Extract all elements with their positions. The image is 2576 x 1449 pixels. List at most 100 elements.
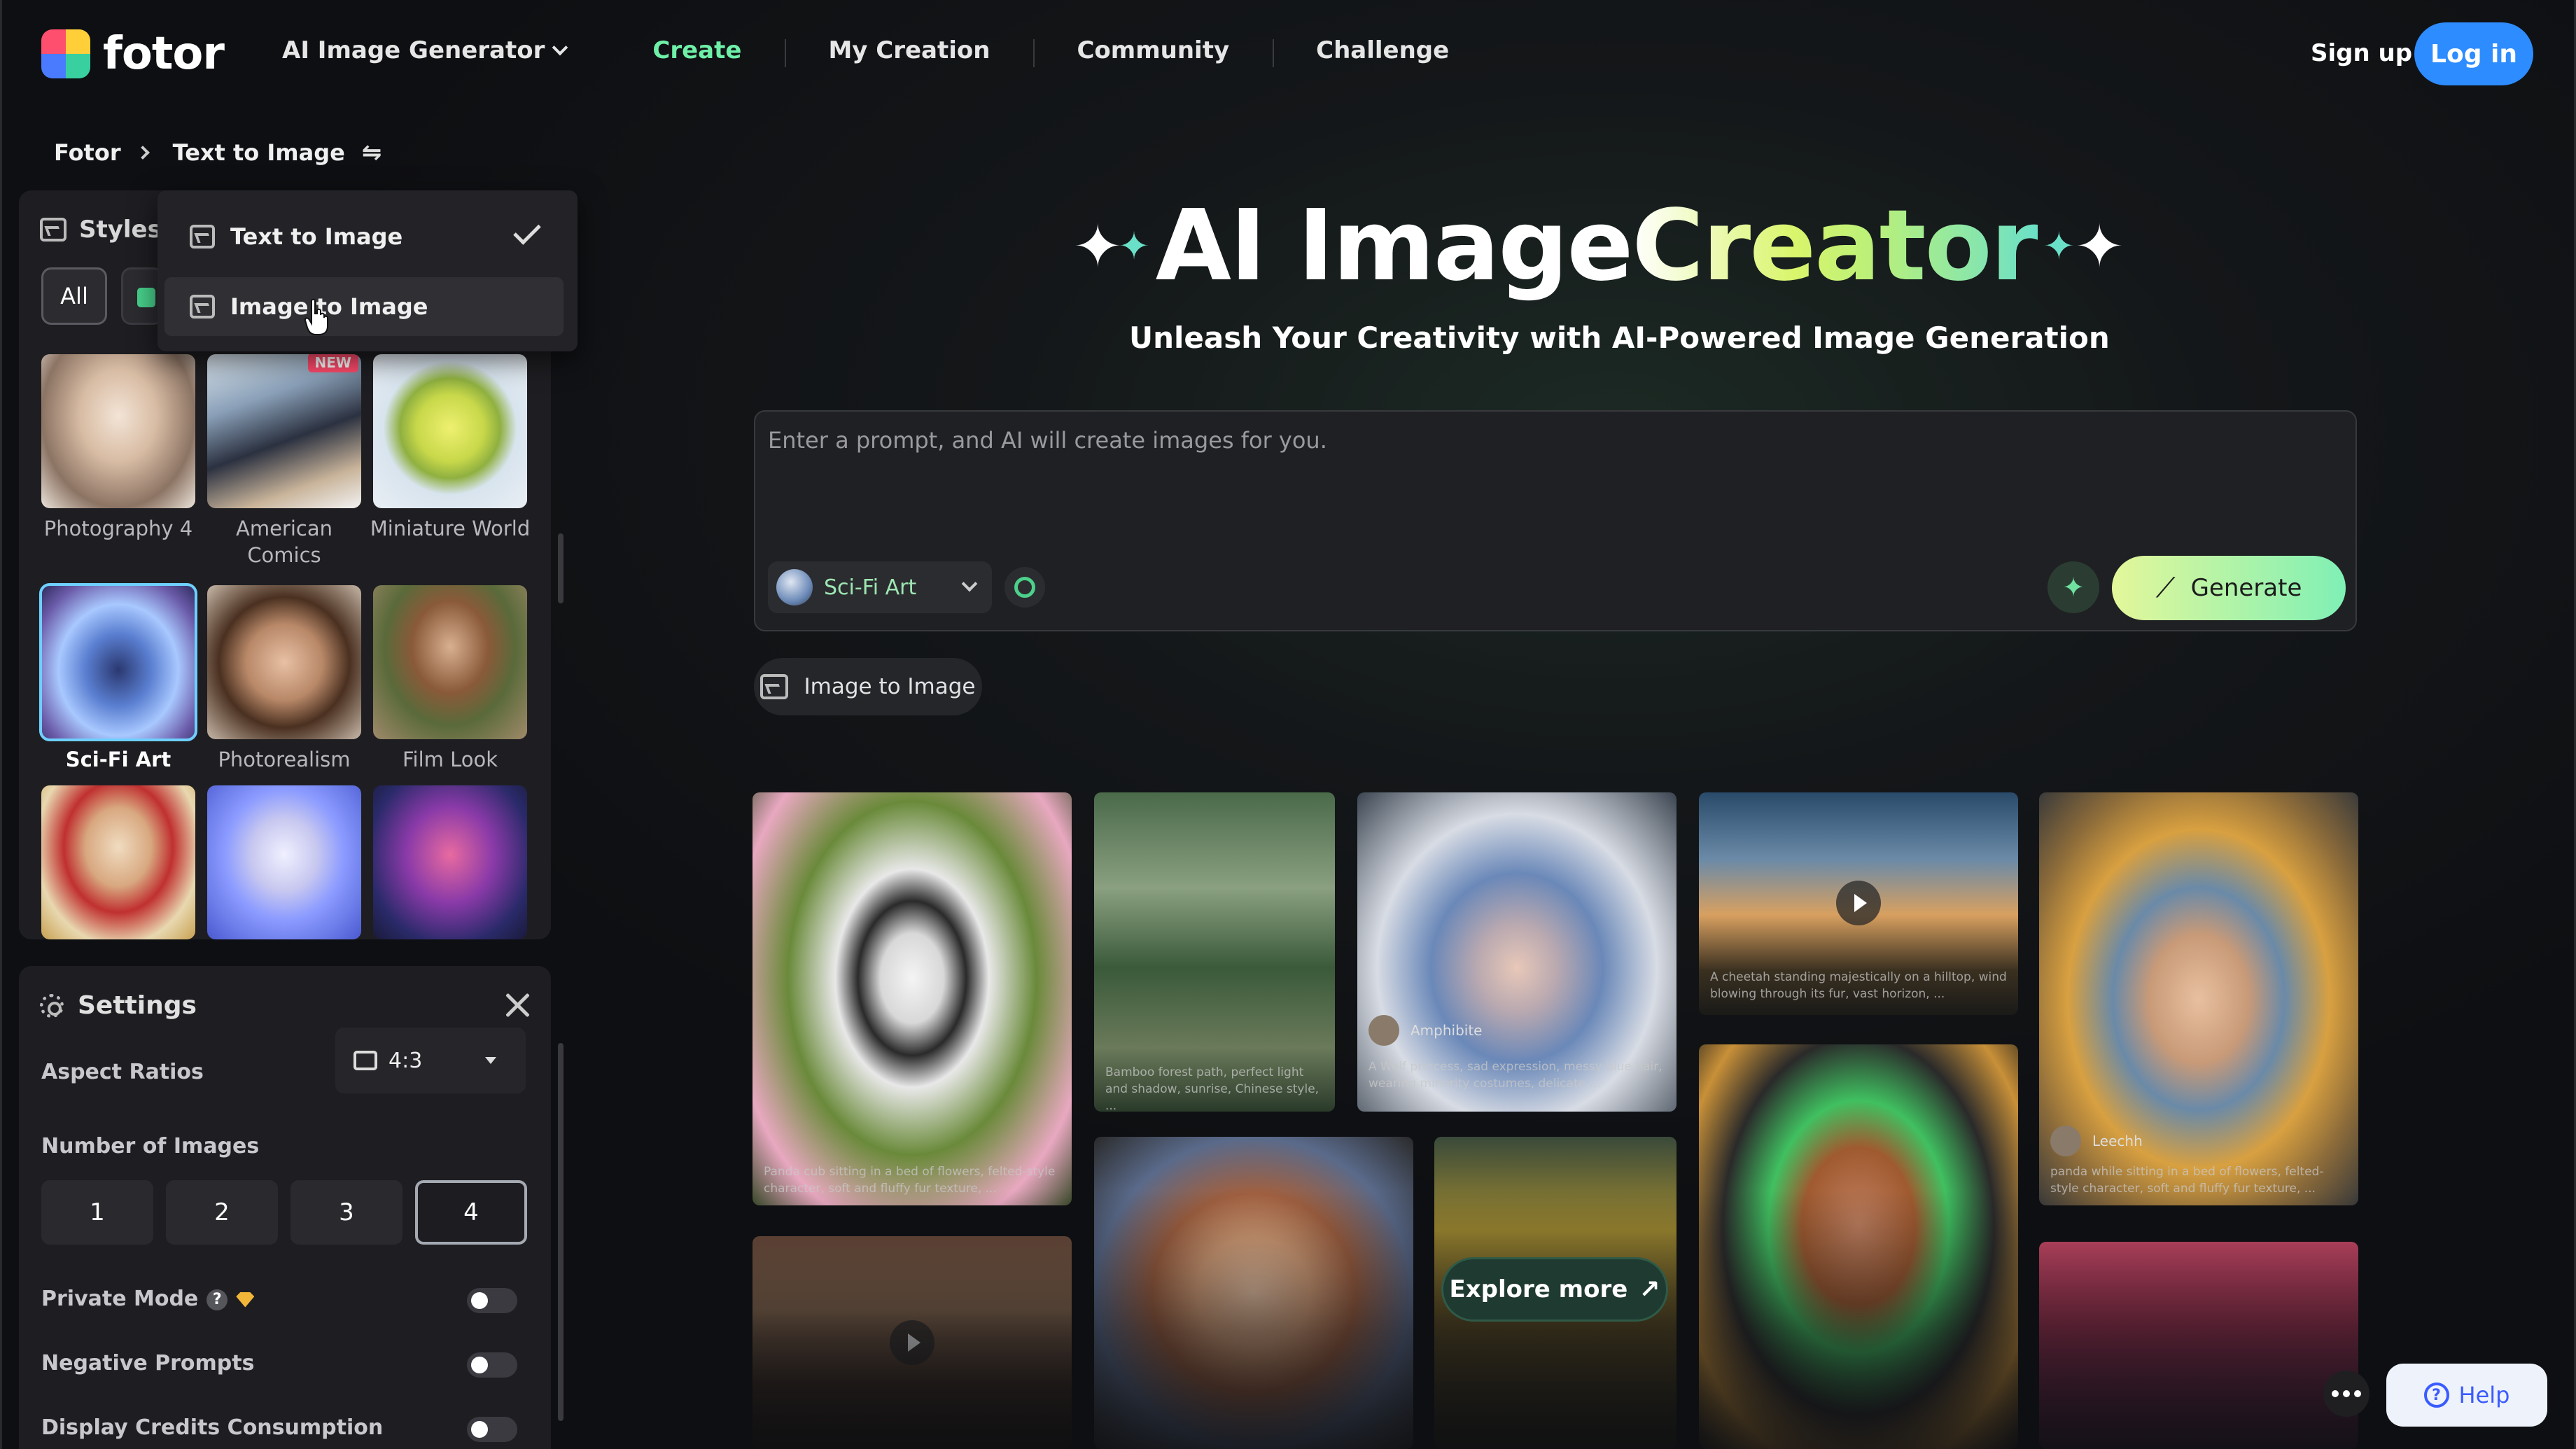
sparkle-icon: ✦ — [2075, 211, 2124, 281]
play-icon[interactable] — [1836, 881, 1881, 925]
negative-prompts-label: Negative Prompts — [41, 1351, 255, 1376]
text-image-icon — [190, 225, 215, 248]
page-subtitle: Unleash Your Creativity with AI-Powered … — [1129, 321, 2110, 355]
help-icon: ? — [2423, 1382, 2449, 1408]
styles-scrollbar[interactable] — [558, 533, 564, 603]
toggle-knob — [471, 1421, 488, 1438]
nav-my-creation[interactable]: My Creation — [785, 36, 1033, 67]
breadcrumb-root[interactable]: Fotor — [54, 139, 121, 166]
style-tile-vintage[interactable] — [41, 785, 195, 939]
arrow-up-right-icon: ↗ — [1639, 1275, 1660, 1304]
chevron-right-icon — [135, 146, 150, 160]
new-badge: NEW — [307, 354, 358, 372]
more-options-button[interactable] — [2323, 1371, 2370, 1417]
page-title: ✦ ✦ AI Image Creator ✦ ✦ — [1066, 189, 2129, 303]
negative-prompts-toggle[interactable] — [467, 1352, 517, 1378]
logo-text: fotor — [103, 28, 225, 80]
enhance-prompt-button[interactable]: ✦ — [2047, 561, 2099, 613]
style-tile-american-comics[interactable]: NEW — [207, 354, 361, 508]
private-mode-toggle[interactable] — [467, 1288, 517, 1313]
gallery-item-girl-pearl[interactable]: Leechh panda while sitting in a bed of f… — [2039, 792, 2358, 1205]
style-label: Film Look — [402, 748, 498, 771]
gear-icon — [40, 993, 64, 1018]
display-credits-toggle[interactable] — [467, 1417, 517, 1442]
explore-more-button[interactable]: Explore more ↗ — [1441, 1257, 1668, 1322]
image-icon — [40, 218, 66, 241]
number-option-4[interactable]: 4 — [415, 1180, 527, 1245]
nav-community[interactable]: Community — [1033, 36, 1273, 67]
menu-item-image-to-image[interactable]: Image to Image — [164, 277, 564, 336]
generate-label: Generate — [2190, 574, 2302, 602]
gallery-item-cheetah[interactable]: A cheetah standing majestically on a hil… — [1699, 792, 2018, 1015]
aspect-ratio-select[interactable]: 4:3 — [335, 1028, 526, 1093]
sparkle-small-icon: ✦ — [2043, 224, 2075, 268]
advanced-settings-button[interactable] — [1004, 567, 1045, 608]
nav-create[interactable]: Create — [609, 36, 785, 64]
image-to-image-button[interactable]: Image to Image — [754, 658, 982, 715]
style-tile-anime[interactable] — [207, 785, 361, 939]
explore-more-label: Explore more — [1449, 1275, 1628, 1303]
magic-sparkle-icon: ✦ — [2062, 572, 2085, 603]
number-option-2[interactable]: 2 — [166, 1180, 278, 1245]
nav-label: AI Image Generator — [282, 36, 545, 64]
generate-button[interactable]: ⟋ Generate — [2112, 556, 2346, 620]
aspect-ratio-value: 4:3 — [388, 1048, 423, 1073]
style-tile-sci-fi-art[interactable] — [39, 583, 197, 741]
style-label: Photography 4 — [43, 517, 193, 540]
number-of-images-label: Number of Images — [41, 1134, 260, 1158]
image-to-image-label: Image to Image — [804, 674, 976, 699]
question-icon[interactable]: ? — [206, 1289, 228, 1310]
filter-all-button[interactable]: All — [41, 267, 107, 325]
style-tile-photography-4[interactable] — [41, 354, 195, 508]
prompt-box[interactable]: Enter a prompt, and AI will create image… — [754, 410, 2357, 631]
private-mode-label: Private Mode — [41, 1287, 199, 1311]
menu-item-label: Text to Image — [230, 223, 403, 250]
gallery-item-wolf-princess[interactable]: Amphibite A Wolf princess, sad expressio… — [1357, 792, 1676, 1112]
gallery-user[interactable]: Leechh — [2050, 1126, 2143, 1156]
nav-challenge[interactable]: Challenge — [1273, 36, 1492, 67]
number-option-1[interactable]: 1 — [41, 1180, 153, 1245]
nav-ai-image-generator[interactable]: AI Image Generator — [282, 36, 609, 64]
prompt-input[interactable]: Enter a prompt, and AI will create image… — [768, 427, 1327, 454]
style-tile-miniature-world[interactable] — [373, 354, 527, 508]
breadcrumb-current[interactable]: Text to Image — [173, 139, 345, 166]
style-tile-film-look[interactable] — [373, 585, 527, 739]
settings-scrollbar[interactable] — [558, 1043, 564, 1421]
swap-icon[interactable]: ⇋ — [362, 139, 382, 167]
style-tile-fantasy[interactable] — [373, 785, 527, 939]
fotor-logo-icon — [41, 29, 90, 78]
top-nav: fotor AI Image Generator Create My Creat… — [2, 0, 2574, 112]
gallery-item-bamboo[interactable]: Bamboo forest path, perfect light and sh… — [1094, 792, 1335, 1112]
gallery-item-panda[interactable]: Panda cub sitting in a bed of flowers, f… — [752, 792, 1072, 1205]
help-button[interactable]: ? Help — [2386, 1364, 2547, 1427]
title-gradient: Creator — [1632, 189, 2038, 303]
image-icon — [190, 295, 215, 318]
signup-link[interactable]: Sign up — [2311, 39, 2412, 67]
number-option-3[interactable]: 3 — [290, 1180, 402, 1245]
mode-dropdown-menu: Text to Image Image to Image — [158, 190, 578, 351]
settings-icon — [1014, 577, 1035, 598]
sparkle-small-icon: ✦ — [1118, 224, 1149, 268]
filter-category-button[interactable] — [121, 267, 163, 325]
aspect-ratio-label: Aspect Ratios — [41, 1060, 204, 1084]
dot — [2332, 1390, 2339, 1397]
help-label: Help — [2458, 1382, 2510, 1408]
style-label: Sci-Fi Art — [65, 748, 172, 771]
avatar — [2050, 1126, 2081, 1156]
gallery-user[interactable]: Amphibite — [1368, 1015, 1483, 1046]
gallery-caption: Bamboo forest path, perfect light and sh… — [1105, 1065, 1320, 1112]
fotor-logo[interactable]: fotor — [41, 28, 225, 80]
style-select-value: Sci-Fi Art — [824, 575, 917, 600]
style-label: American Comics — [235, 517, 332, 567]
close-icon[interactable] — [502, 990, 533, 1021]
login-button[interactable]: Log in — [2414, 22, 2533, 85]
display-credits-label: Display Credits Consumption — [41, 1415, 384, 1440]
sparkle-icon: ✦ — [1073, 211, 1122, 281]
username: Amphibite — [1410, 1022, 1483, 1039]
style-tile-photorealism[interactable] — [207, 585, 361, 739]
avatar — [1368, 1015, 1399, 1046]
magic-wand-icon: ⟋ — [2155, 572, 2176, 604]
caret-down-icon — [485, 1057, 496, 1064]
style-select[interactable]: Sci-Fi Art — [768, 561, 992, 613]
menu-item-text-to-image[interactable]: Text to Image — [164, 207, 564, 266]
